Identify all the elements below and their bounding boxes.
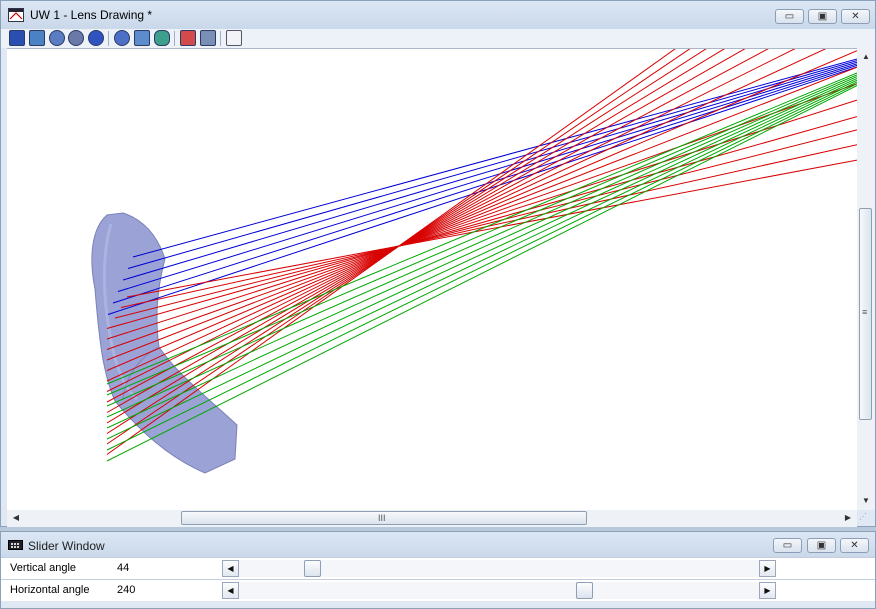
surface-icon[interactable]: [154, 30, 170, 46]
lens-drawing-window: UW 1 - Lens Drawing * ▭ ▣ ✕ ▲ ≡ ▼ ◀ III …: [0, 0, 876, 527]
ray-line: [127, 60, 857, 269]
maximize-button[interactable]: ▣: [807, 538, 836, 553]
slider-window-title-bar[interactable]: Slider Window ▭ ▣ ✕: [1, 532, 875, 558]
toolbar-separator: [220, 31, 221, 46]
toolbar: [1, 29, 875, 48]
slider-right-arrow[interactable]: ▶: [759, 582, 776, 599]
green-ray-bundle: [106, 72, 857, 462]
ray-line: [106, 74, 857, 396]
lens-settings-icon[interactable]: [29, 30, 45, 46]
slider-value: 44: [117, 562, 130, 574]
table-icon[interactable]: [226, 30, 242, 46]
ray-settings-icon[interactable]: [134, 30, 150, 46]
ray-line: [106, 49, 796, 392]
rotate-icon[interactable]: [114, 30, 130, 46]
slider-thumb[interactable]: [304, 560, 322, 577]
ray-line: [106, 50, 857, 371]
slider-row-vertical-angle: Vertical angle 44 ◀ ▶: [1, 557, 875, 579]
ray-line: [114, 129, 857, 319]
ray-line: [106, 116, 857, 329]
ray-line: [106, 85, 857, 462]
vertical-scrollbar[interactable]: ▲ ≡ ▼: [857, 48, 875, 510]
3d-view-icon[interactable]: [88, 30, 104, 46]
title-bar[interactable]: UW 1 - Lens Drawing * ▭ ▣ ✕: [1, 1, 875, 29]
horizontal-angle-slider[interactable]: ◀ ▶: [222, 582, 776, 599]
ray-line: [106, 49, 769, 403]
window-title: UW 1 - Lens Drawing *: [30, 8, 153, 22]
slider-left-arrow[interactable]: ◀: [222, 582, 239, 599]
slider-label: Vertical angle: [10, 562, 77, 574]
slider-value: 240: [117, 584, 136, 596]
shaded-model-icon[interactable]: [49, 30, 65, 46]
horizontal-scrollbar[interactable]: ◀ III ▶: [7, 510, 857, 527]
scroll-down-arrow[interactable]: ▼: [859, 496, 873, 505]
grip-icon: ≡: [862, 307, 868, 317]
slider-window-icon: [8, 540, 23, 550]
slider-right-arrow[interactable]: ▶: [759, 560, 776, 577]
ray-line: [106, 49, 725, 424]
ray-line: [106, 83, 857, 451]
ray-line: [106, 66, 857, 361]
grip-icon: III: [378, 513, 386, 523]
resize-grip-icon[interactable]: ⋰: [859, 512, 873, 526]
slider-row-horizontal-angle: Horizontal angle 240 ◀ ▶: [1, 579, 875, 601]
vertical-angle-slider[interactable]: ◀ ▶: [222, 560, 776, 577]
scroll-left-arrow[interactable]: ◀: [9, 513, 23, 522]
vertical-scroll-thumb[interactable]: ≡: [859, 208, 872, 420]
close-button[interactable]: ✕: [840, 538, 869, 553]
close-button[interactable]: ✕: [841, 9, 870, 24]
ray-line: [106, 79, 857, 429]
zoom-icon[interactable]: [180, 30, 196, 46]
toolbar-separator: [108, 31, 109, 46]
toolbar-separator: [174, 31, 175, 46]
slider-window: Slider Window ▭ ▣ ✕ Vertical angle 44 ◀ …: [0, 531, 876, 609]
slider-left-arrow[interactable]: ◀: [222, 560, 239, 577]
ray-line: [107, 66, 857, 315]
ray-line: [106, 76, 857, 407]
scroll-right-arrow[interactable]: ▶: [841, 513, 855, 522]
minimize-button[interactable]: ▭: [775, 9, 804, 24]
ray-line: [106, 72, 857, 385]
maximize-button[interactable]: ▣: [808, 9, 837, 24]
slider-thumb[interactable]: [576, 582, 593, 599]
scroll-up-arrow[interactable]: ▲: [859, 52, 873, 61]
lens-element: [91, 212, 238, 474]
ray-line: [132, 58, 857, 258]
ray-line: [106, 83, 857, 350]
lens-drawing-canvas[interactable]: [7, 48, 857, 510]
slider-label: Horizontal angle: [10, 584, 90, 596]
ray-line: [106, 49, 691, 445]
lens-ray-drawing: [91, 49, 857, 474]
layout-icon[interactable]: [9, 30, 25, 46]
ray-line: [106, 77, 857, 418]
minimize-button[interactable]: ▭: [773, 538, 802, 553]
refresh-icon[interactable]: [200, 30, 216, 46]
horizontal-scroll-thumb[interactable]: III: [181, 511, 587, 525]
lens-app-icon: [8, 8, 24, 22]
wireframe-icon[interactable]: [68, 30, 84, 46]
ray-line: [122, 61, 857, 281]
slider-window-title: Slider Window: [28, 539, 105, 553]
